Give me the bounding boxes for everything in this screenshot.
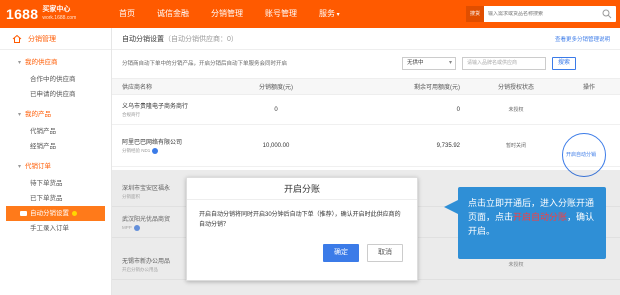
- instruction-callout: 点击立即开通后，进入分账开通页面，点击开启自动分账，确认开启。: [458, 187, 606, 259]
- callout-arrow: [444, 200, 458, 214]
- sidebar-item-consignment-products[interactable]: 代销产品: [0, 124, 111, 139]
- enable-auto-distribution-link[interactable]: 开启自动分销: [566, 151, 596, 158]
- supplier-cell: 义乌市贵隆电子商务商行 合规商行: [112, 101, 230, 118]
- page-title-text: 自动分销设置: [122, 35, 164, 43]
- sidebar-group-products[interactable]: 我的产品: [0, 106, 111, 124]
- sidebar-item-auto-distribution-label: 自动分销设置: [30, 210, 69, 217]
- search-input[interactable]: [484, 11, 603, 17]
- supplier-table: 供应商名称 分销额度(元) 剩余可用额度(元) 分销授权状态 操作 义乌市贵隆电…: [112, 78, 620, 167]
- dialog-message: 开启自动分销将同时开启30分钟后自动下单（推荐），确认开启时此供应商的自动分销？: [199, 212, 401, 228]
- hot-badge: [72, 210, 77, 216]
- table-row: 阿里巴巴网络有限公司 分销经验 ND1 10,000.00 9,735.92 暂…: [112, 125, 620, 167]
- table-row: 义乌市贵隆电子商务商行 合规商行 0 0 未授权: [112, 95, 620, 125]
- supplier-tag-text: 分销经验 ND1: [122, 148, 151, 154]
- sidebar-item-applied-suppliers[interactable]: 已申请的供应商: [0, 87, 111, 102]
- sidebar-group-orders[interactable]: 代销订单: [0, 158, 111, 176]
- quota-cell: 10,000.00: [262, 142, 290, 149]
- sidebar-item-auto-distribution[interactable]: 自动分销设置: [6, 206, 105, 221]
- column-header-status: 分销授权状态: [497, 85, 534, 91]
- quota-cell: 0: [274, 106, 278, 113]
- status-select[interactable]: 无供中: [402, 56, 456, 70]
- sidebar-header-label: 分销管理: [28, 35, 56, 43]
- search-icon[interactable]: [602, 9, 612, 19]
- nav-item-account[interactable]: 账号管理: [254, 0, 308, 28]
- callout-highlight: 开启自动分账: [513, 212, 568, 222]
- verified-badge-icon: [152, 147, 159, 154]
- sidebar-item-placed-orders[interactable]: 已下单货品: [0, 191, 111, 206]
- supplier-tag: 分销经验 ND1: [122, 147, 230, 154]
- logo-subtitle: 买家中心 work.1688.com: [42, 6, 76, 22]
- status-cell: 未授权: [508, 107, 524, 113]
- global-search: 搜货: [466, 6, 616, 22]
- sidebar-item-manual-orders[interactable]: 手工录入订单: [0, 221, 111, 236]
- dialog-title: 开启分账: [187, 178, 417, 200]
- help-link[interactable]: 查看更多分销管理说明: [555, 35, 610, 43]
- column-header-supplier: 供应商名称: [122, 85, 153, 91]
- menu-item-icon: [20, 210, 27, 216]
- page-description: 分销商自动下单中的分销产品，开启分销后自动下单服务会同时开启: [122, 61, 288, 67]
- confirm-dialog: 开启分账 开启自动分销将同时开启30分钟后自动下单（推荐），确认开启时此供应商的…: [186, 177, 418, 281]
- filter-row: 分销商自动下单中的分销产品，开启分销后自动下单服务会同时开启 无供中 请输入品牌…: [112, 50, 620, 76]
- top-navigation-bar: 1688 买家中心 work.1688.com 首页 诚信金融 分销管理 账号管…: [0, 0, 620, 28]
- supplier-name[interactable]: 阿里巴巴网络有限公司: [122, 137, 230, 146]
- remaining-cell: 0: [456, 106, 460, 113]
- status-cell: 暂时关闭: [505, 143, 526, 149]
- sidebar-header[interactable]: 分销管理: [0, 28, 111, 50]
- supplier-search-input[interactable]: 请输入品牌名或供应商: [462, 56, 546, 70]
- column-header-action: 操作: [582, 85, 595, 91]
- sidebar-item-cooperating-suppliers[interactable]: 合作中的供应商: [0, 72, 111, 87]
- main-nav: 首页 诚信金融 分销管理 账号管理 服务: [108, 0, 351, 28]
- column-header-quota: 分销额度(元): [259, 85, 293, 91]
- nav-item-home[interactable]: 首页: [108, 0, 146, 28]
- sidebar: 分销管理 我的供应商 合作中的供应商 已申请的供应商 我的产品 代销产品 经销产…: [0, 28, 112, 295]
- confirm-button[interactable]: 确定: [323, 244, 359, 262]
- nav-item-distribution[interactable]: 分销管理: [200, 0, 254, 28]
- table-header: 供应商名称 分销额度(元) 剩余可用额度(元) 分销授权状态 操作: [112, 78, 620, 95]
- search-button[interactable]: 搜索: [552, 56, 576, 70]
- logo[interactable]: 1688 买家中心 work.1688.com: [0, 0, 108, 28]
- page-title: 自动分销设置（自动分销供应商：0）: [122, 34, 238, 44]
- logo-title: 买家中心: [42, 6, 71, 13]
- dialog-buttons: 确定 取消: [187, 244, 417, 262]
- home-icon: [12, 34, 22, 43]
- sidebar-item-dealer-products[interactable]: 经销产品: [0, 139, 111, 154]
- supplier-tag: 合规商行: [122, 112, 140, 117]
- supplier-name[interactable]: 义乌市贵隆电子商务商行: [122, 101, 230, 110]
- sidebar-item-pending-orders[interactable]: 待下单货品: [0, 176, 111, 191]
- logo-number: 1688: [6, 6, 39, 22]
- page-title-count: （自动分销供应商：0）: [164, 35, 238, 43]
- remaining-cell: 9,735.92: [436, 142, 460, 149]
- search-type-select[interactable]: 搜货: [466, 6, 485, 22]
- supplier-cell: 阿里巴巴网络有限公司 分销经验 ND1: [112, 137, 230, 154]
- logo-url: work.1688.com: [42, 15, 77, 21]
- cancel-button[interactable]: 取消: [367, 244, 403, 262]
- sidebar-group-suppliers[interactable]: 我的供应商: [0, 54, 111, 72]
- nav-item-service[interactable]: 服务: [308, 0, 351, 28]
- column-header-remaining: 剩余可用额度(元): [414, 85, 460, 91]
- main-header: 自动分销设置（自动分销供应商：0） 查看更多分销管理说明: [112, 28, 620, 50]
- nav-item-finance[interactable]: 诚信金融: [146, 0, 200, 28]
